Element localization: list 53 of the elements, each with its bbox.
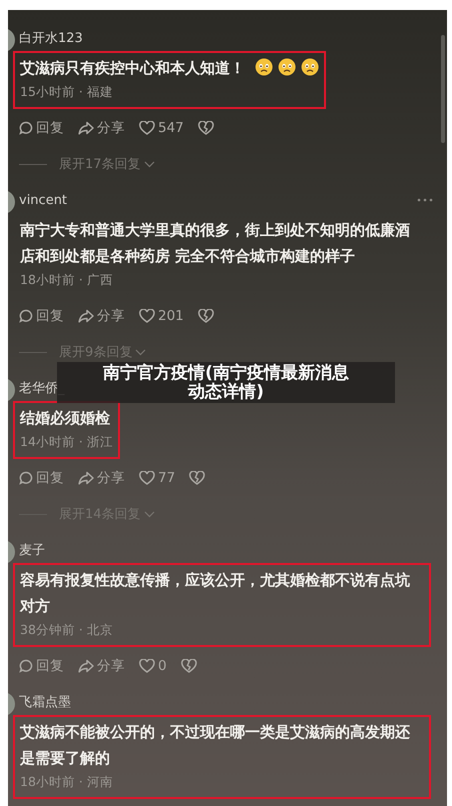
username[interactable]: 老华侨_ (19, 379, 64, 397)
comment-text: 艾滋病不能被公开的，不过现在哪一类是艾滋病的高发期还是需要了解的 (20, 723, 410, 767)
username[interactable]: 飞霜点墨 (19, 693, 71, 711)
share-button[interactable]: 分享 (78, 307, 125, 325)
comment-icon (19, 471, 33, 485)
emoji-icon (255, 58, 274, 76)
chevron-down-icon (144, 160, 155, 168)
reply-button[interactable]: 回复 (19, 119, 64, 137)
reply-button[interactable]: 回复 (19, 657, 64, 675)
share-button[interactable]: 分享 (78, 469, 125, 487)
share-icon (78, 309, 94, 323)
like-button[interactable]: 201 (139, 308, 184, 324)
title-text: 动态详情) (188, 382, 264, 402)
more-icon[interactable] (417, 198, 433, 202)
share-icon (78, 659, 94, 673)
reply-button[interactable]: 回复 (19, 307, 64, 325)
comment-meta: 14小时前 · 浙江 (20, 433, 113, 451)
share-icon (78, 471, 94, 485)
like-button[interactable]: 0 (139, 658, 167, 674)
comment-text: 艾滋病只有疾控中心和本人知道！ (20, 59, 245, 77)
dislike-icon[interactable] (198, 309, 214, 323)
dislike-icon[interactable] (180, 659, 197, 673)
username[interactable]: 麦子 (19, 541, 45, 559)
share-icon (78, 121, 94, 135)
share-button[interactable]: 分享 (78, 119, 125, 137)
chevron-down-icon (144, 510, 155, 518)
heart-icon (139, 121, 155, 135)
comment-meta: 18小时前 · 河南 (20, 773, 114, 791)
heart-icon (139, 309, 155, 323)
comment-text: 容易有报复性故意传播，应该公开，尤其婚检都不说有点坑对方 (20, 571, 410, 615)
comment-meta: 38分钟前 · 北京 (20, 621, 114, 639)
heart-icon (139, 471, 155, 485)
comment-icon (19, 309, 33, 323)
like-button[interactable]: 547 (139, 120, 184, 136)
comment-icon (19, 121, 33, 135)
share-button[interactable]: 分享 (78, 657, 125, 675)
username[interactable]: vincent (19, 192, 68, 208)
dislike-icon[interactable] (189, 471, 206, 485)
comment-meta: 18小时前 · 广西 (20, 271, 114, 289)
emoji-icon (278, 58, 296, 76)
comment-text: 结婚必须婚检 (20, 409, 110, 427)
emoji-icon (301, 58, 320, 76)
comment-icon (19, 659, 33, 673)
comment-text: 南宁大专和普通大学里真的很多，街上到处不知明的低廉酒店和到处都是各种药房 完全不符合城市构建的样子 (20, 221, 410, 265)
chevron-down-icon (135, 348, 146, 356)
comment-meta: 15小时前 · 福建 (20, 83, 114, 101)
reply-button[interactable]: 回复 (19, 469, 64, 487)
dislike-icon[interactable] (198, 121, 214, 135)
expand-replies-button[interactable]: 展开17条回复 (59, 155, 155, 173)
heart-icon (139, 659, 155, 673)
username[interactable]: 白开水123 (19, 29, 83, 47)
title-text: 南宁官方疫情(南宁疫情最新消息 (103, 364, 349, 382)
like-button[interactable]: 77 (139, 470, 176, 486)
